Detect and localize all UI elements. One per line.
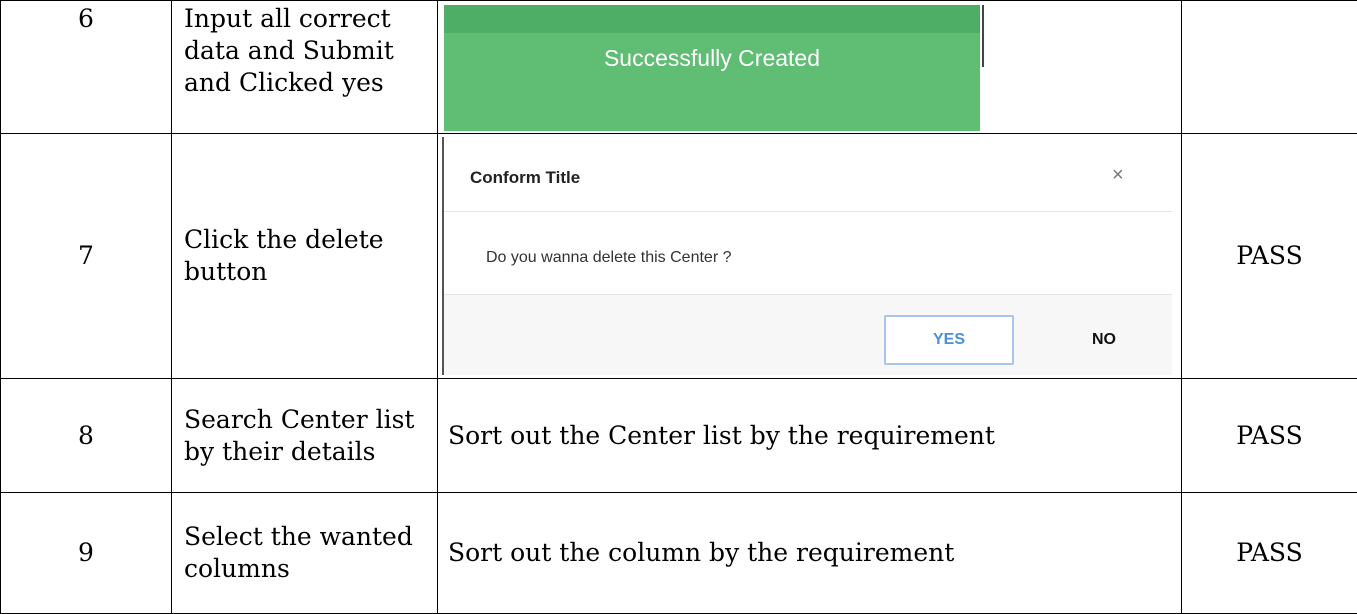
table-row: 8 Search Center list by their details So…: [1, 379, 1357, 493]
test-case-table: 6 Input all correct data and Submit and …: [0, 0, 1357, 614]
expected-result-cell: Sort out the Center list by the requirem…: [438, 379, 1182, 493]
expected-result-cell: Successfully Created: [438, 1, 1182, 134]
yes-button[interactable]: YES: [884, 315, 1014, 365]
success-toast-screenshot: Successfully Created: [444, 5, 984, 131]
table-row: 7 Click the delete button Conform Title …: [1, 134, 1357, 379]
status-cell: [1182, 1, 1357, 134]
status-cell: PASS: [1182, 134, 1357, 379]
status-cell: PASS: [1182, 379, 1357, 493]
test-case-number: 9: [1, 493, 172, 614]
status-cell: PASS: [1182, 493, 1357, 614]
test-step: Click the delete button: [172, 134, 438, 379]
test-case-number: 6: [1, 1, 172, 134]
close-icon[interactable]: ×: [1112, 159, 1124, 191]
test-case-number: 7: [1, 134, 172, 379]
test-case-number: 8: [1, 379, 172, 493]
expected-result-cell: Sort out the column by the requirement: [438, 493, 1182, 614]
dialog-message: Do you wanna delete this Center ?: [486, 242, 731, 274]
test-step: Search Center list by their details: [172, 379, 438, 493]
test-step: Select the wanted columns: [172, 493, 438, 614]
confirm-dialog-screenshot: Conform Title × Do you wanna delete this…: [442, 137, 1172, 375]
no-button[interactable]: NO: [1064, 315, 1144, 365]
dialog-footer: YES NO: [444, 295, 1172, 375]
success-toast: Successfully Created: [444, 5, 980, 131]
dialog-header: Conform Title ×: [444, 137, 1172, 212]
test-step: Input all correct data and Submit and Cl…: [172, 1, 438, 134]
toast-top-band: [444, 5, 980, 33]
dialog-body: Do you wanna delete this Center ?: [444, 212, 1172, 295]
expected-result-cell: Conform Title × Do you wanna delete this…: [438, 134, 1182, 379]
toast-message: Successfully Created: [444, 43, 980, 73]
table-row: 6 Input all correct data and Submit and …: [1, 1, 1357, 134]
dialog-title: Conform Title: [470, 162, 580, 194]
table-row: 9 Select the wanted columns Sort out the…: [1, 493, 1357, 614]
screenshot-edge-divider: [982, 5, 984, 67]
